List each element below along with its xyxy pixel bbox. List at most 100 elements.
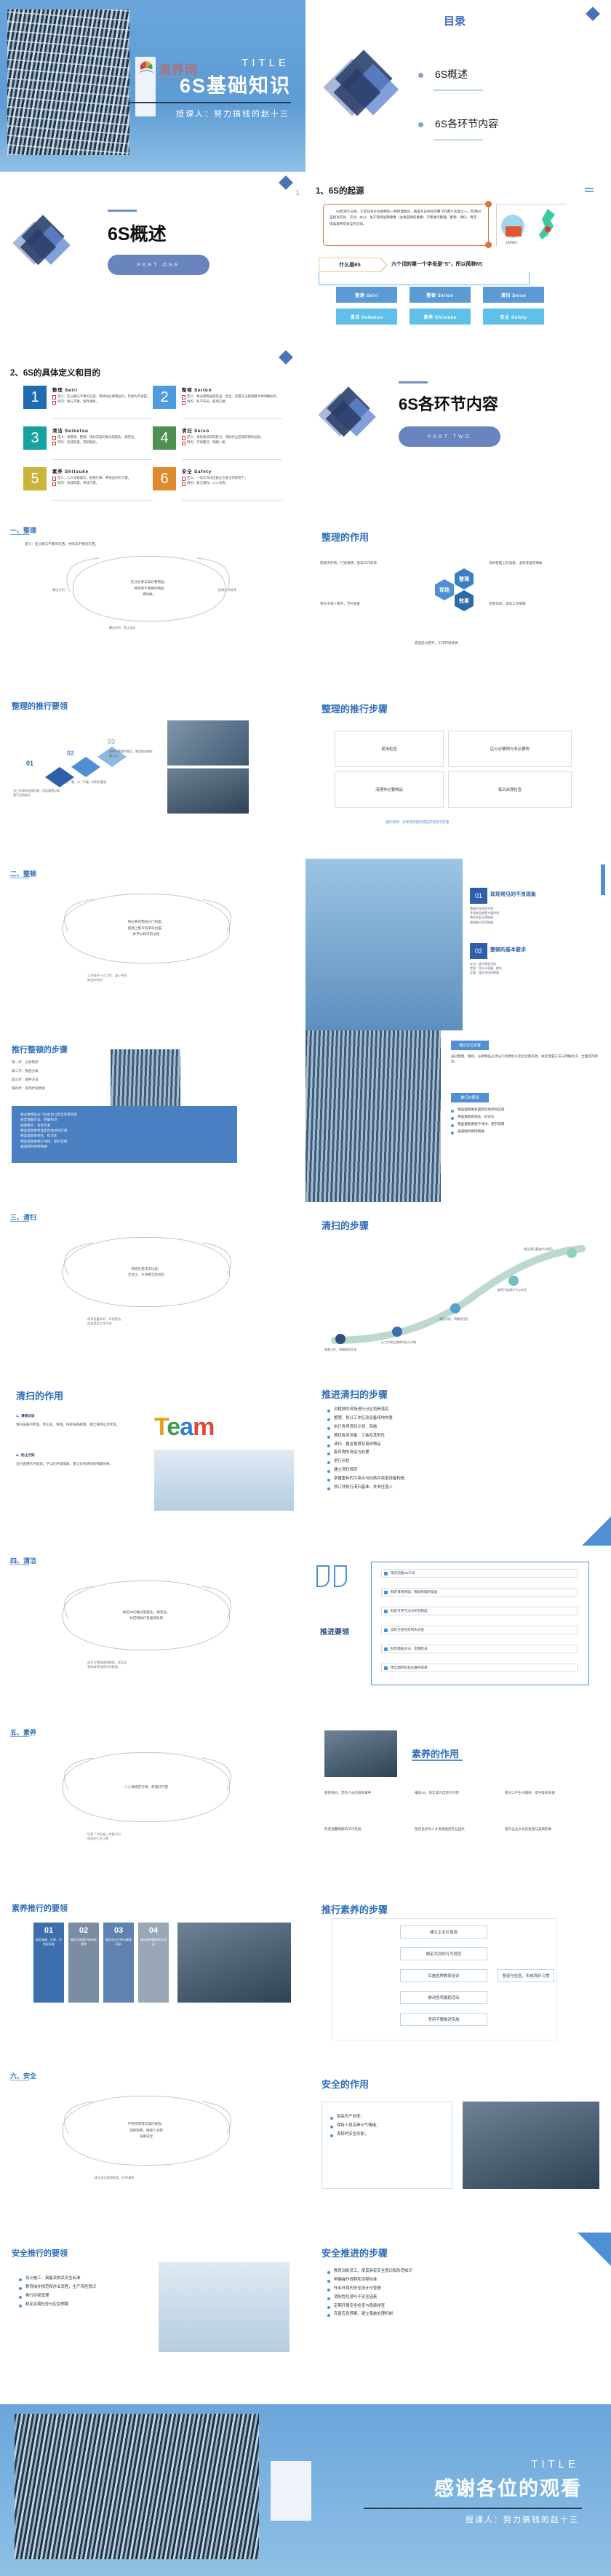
effect-cell-4: 形成温馨明朗的工作氛围	[324, 1827, 362, 1831]
6s-connector-line	[319, 272, 530, 285]
key-row-3: 制定考评方法与奖惩制度	[381, 1607, 578, 1615]
definition-goal: 目的：科学布局，取用方便。	[182, 399, 279, 405]
effect-cell-2: 推动4S、落实成为自觉的习惯	[415, 1791, 459, 1794]
slide-shitsuke-steps: 推行素养的步骤 建立企业价值观 制定共同的行为规范 实施各种教育培训 推动各项激…	[306, 1889, 611, 2061]
part-pill: PART TWO	[399, 426, 500, 447]
definition-goal: 目的：要与不要，留弃果断。	[52, 399, 150, 405]
step-quad-1: 现场检查	[335, 731, 444, 767]
slide-shitsuke-effects: 素养的作用 教育培训，塑造人员的基本素养 推动4S、落实成为自觉的习惯 使员工产…	[306, 1717, 611, 1889]
6s-cell-5: 素养 Shitsuke	[410, 309, 471, 325]
diamond-decoration-icon	[586, 7, 600, 21]
seiso-push-list: 对粗放的现场进行分区划责落实 整理、划分工作区及设备场地布置 执行各项清扫计划、实…	[327, 1406, 553, 1492]
definition-card-5: 5 素养 Shitsuke 定义：人人按章操作、依规行事，养成良好的习惯。 目的…	[23, 467, 153, 501]
step-quad-4: 每天自我检查	[448, 771, 572, 808]
6s-cell-4: 清洁 Seiketsu	[336, 309, 397, 325]
slide-safety-effects: 安全的作用 提高先产效率； 保持人员高昂士气情绪； 良好的安全形象；	[306, 2061, 611, 2233]
seiton-blue-list: 将必要物品分门别类加以定位定量存放 规定放置方法、明确标识 摆放整齐、有条不紊 …	[12, 1106, 237, 1163]
slide-seiri-intro: 一、整理 定义：区分要与不要的东西，并除去不要的东西。 区分必要与非必要物品， …	[0, 515, 306, 687]
seiri-definition: 定义：区分要与不要的东西，并除去不要的东西。	[25, 542, 99, 546]
seiso-effect-1-body: 清扫设备的死角、积尘处、管线，排除设备故障，使之保持正常状态。	[16, 1423, 120, 1426]
shitsuke-step-4: 推动各项激励活动	[400, 1991, 487, 2004]
definition-goal: 目的：安全操作，人人有责。	[182, 480, 247, 487]
closing-rule	[364, 2508, 582, 2509]
definition-goal: 目的：环境整洁，明朗一新。	[182, 440, 263, 446]
part-pill: PART ONE	[108, 255, 209, 275]
slide-seiton-notes: 通过定位定置 通过整理、整顿，必要物品必须分门别类加以定位定量存放，规定放置方法…	[306, 1030, 611, 1202]
slide-heading: 推行整顿的步骤	[12, 1046, 68, 1054]
definition-def: 定义：人人按章操作、依规行事，养成良好的习惯。	[52, 475, 131, 482]
slide-heading: 清扫的步骤	[322, 1220, 370, 1231]
part-dash	[399, 381, 428, 383]
origin-paragraph: 6S起源于日本，它是日本企业独特的一种管理模式，被誉为日本经济腾飞的两大法宝之一…	[330, 210, 482, 226]
effect-item-4: 改变作风，提高工作情绪	[489, 602, 526, 605]
slide-seiketsu-intro: 四、清洁 将前3S的做法制度化、规范化， 并贯彻执行及维持效果 成为习惯和规章制…	[0, 1546, 306, 1717]
definition-title: 安全 Safety	[182, 469, 212, 474]
effect-cell-3: 使员工产生归属感、提升集体荣誉	[505, 1791, 555, 1794]
note-body: 通过整理、整顿，必要物品必须分门别类加以定位定量存放，规定放置方法与明确标识，全…	[451, 1054, 599, 1064]
safety-meeting-photo	[463, 2102, 599, 2189]
safety-key-list: 设计施工、具备及相关安全标准 教育操作规范和作业流程，生产风险意识 推行目视管理制…	[19, 2275, 150, 2310]
step-4: 第四步：贯彻贮存原则	[12, 1086, 45, 1090]
toc-square-art	[323, 49, 400, 125]
slide-seiketsu-key: 推进要领 落实前面3S工作 制定目视管理、看板管理的基准 制定考评方法与奖惩制度…	[306, 1546, 611, 1717]
corner-triangle	[578, 2233, 611, 2266]
seiri-arrows	[66, 557, 230, 592]
seiri-bottom-note: 腾出空间 防止误用	[109, 626, 135, 629]
slide-deck: 演界网 WWW.YANJIE.COM TITLE 6S基础知识 授课人：努力搞钱…	[0, 0, 611, 2576]
slide-heading: 清扫的作用	[16, 1391, 64, 1402]
key-row-6: 用全面的标准化维持成果	[381, 1663, 578, 1672]
safety-steps-list: 教育训练员工，使其具有安全意识和防范知识 明确操作规程和流程标准 作业环境的安全设…	[327, 2267, 567, 2319]
slide-safety-intro: 六、安全 严格贯彻落实操作规程， 消除隐患，确保人身和 设备安全 建立安全管理制…	[0, 2061, 306, 2233]
toc-underline-1	[434, 90, 483, 91]
japan-map-image: JAPAN	[496, 204, 567, 247]
slide-seiton-cards: 01 现场常见的不良现象 需要的东西找不到 寻找物品耗费大量时间 物品杂乱无章堆放…	[306, 859, 611, 1030]
definition-def: 定义：一切工作均应建立在安全的前提下。	[182, 475, 247, 482]
toc-bullet-dot-1	[418, 73, 423, 78]
slide-seiton-steps: 推行整顿的步骤 第一步：分析现状 第二步：物品分类 第三步：储存方法 第四步：贯…	[0, 1030, 306, 1202]
seiso-effect-1-title: 1、清除垃圾	[16, 1414, 35, 1418]
key-text-2: 制定「要」与「不要」的判别基准	[63, 780, 106, 784]
part-dash	[108, 210, 137, 212]
part-square-art	[12, 215, 71, 272]
toc-item-2[interactable]: 6S各环节内容	[435, 116, 498, 131]
step-2: 第二步：物品分类	[12, 1069, 39, 1073]
definition-card-4: 4 清扫 Seiso 定义：清除现场内的脏污、清除作业区域的物料垃圾。 目的：环…	[153, 426, 282, 460]
effect-item-3: 有利于减少库存，节约资金	[320, 602, 361, 605]
effect-item-1: 现场无杂物，行道通畅，提高工作效率	[320, 561, 378, 565]
slide-heading: 推行素养的步骤	[322, 1904, 388, 1915]
slide-seiri-key-points: 整理的推行要领 01 02 03 对工作场所全面检查，包括看得见和看不见的地方 …	[0, 687, 306, 859]
card-items-1: 需要的东西找不到 寻找物品耗费大量时间 物品杂乱无章堆放 通道被占用不畅通	[470, 907, 499, 924]
key-text-3: 清除不需要的物品，制定废弃物处理方法	[109, 750, 153, 758]
cover-title-en: TITLE	[241, 57, 289, 69]
key-badge: 推行的要领	[451, 1093, 489, 1102]
definition-def: 定义：清除现场内的脏污、清除作业区域的物料垃圾。	[182, 434, 263, 441]
seiso-step-4: 查明污染源并予以杜绝	[498, 1288, 527, 1292]
slide-seiso-effects: 清扫的作用 1、清除垃圾 清扫设备的死角、积尘处、管线，排除设备故障，使之保持正…	[0, 1374, 306, 1546]
definition-title: 素养 Shitsuke	[52, 469, 89, 474]
part-square-art	[318, 386, 377, 444]
workspace-photo-1	[167, 720, 249, 766]
workspace-photo-2	[167, 768, 249, 814]
key-number-2: 02	[67, 750, 75, 757]
seiso-step-5: 建立清扫基准作为规范	[524, 1247, 553, 1251]
seiso-step-2: 从工作岗位清除垃圾与污物	[381, 1340, 416, 1344]
key-text-1: 对工作场所全面检查，包括看得见和看不见的地方	[13, 789, 60, 798]
heading-underline	[10, 534, 29, 535]
seiso-step-3: 清扫点检、明确责任区	[439, 1317, 468, 1321]
seiketsu-arrows	[64, 1586, 231, 1619]
effect-cell-6: 提升企业文化的氛围与品牌形象	[505, 1827, 552, 1831]
definition-def: 定义：将整理、整顿、清扫实施的做法制度化、规范化。	[52, 434, 137, 441]
key-row-2: 制定目视管理、看板管理的基准	[381, 1588, 578, 1597]
heading-underline	[10, 1221, 29, 1222]
meeting-photo	[177, 1923, 291, 2003]
equals-icon-2	[585, 191, 594, 192]
seiso-effect-2-body: 对已查明的污染源，予以杜绝或隔离，使之达到清扫的预期效果。	[16, 1462, 113, 1466]
key-row-5: 制定稽核办法、定期检查	[381, 1645, 578, 1653]
key-row-1: 落实前面3S工作	[381, 1569, 578, 1578]
shitsuke-step-1: 建立企业价值观	[400, 1925, 487, 1939]
heading-underline	[10, 1736, 29, 1737]
slide-heading: 安全的作用	[322, 2079, 370, 2090]
toc-item-1[interactable]: 6S概述	[435, 67, 468, 82]
slide-heading: 素养的作用	[412, 1749, 460, 1760]
shitsuke-card-3: 03 制定礼仪守则与教育培训	[103, 1923, 134, 2003]
